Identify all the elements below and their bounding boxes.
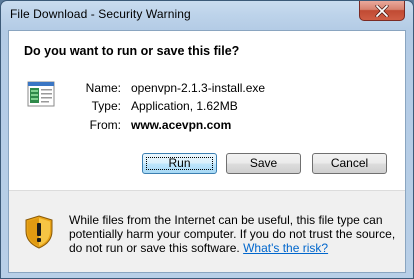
run-button-label: Run (168, 156, 191, 170)
close-button[interactable] (359, 1, 405, 21)
save-button[interactable]: Save (226, 153, 301, 174)
run-button[interactable]: Run (142, 153, 217, 174)
cancel-button[interactable]: Cancel (312, 153, 387, 174)
from-label: From: (89, 118, 121, 132)
warning-message: While files from the Internet can be use… (69, 213, 397, 255)
security-shield-icon (25, 215, 53, 249)
file-name-value: openvpn-2.1.3-install.exe (131, 81, 266, 95)
window-title: File Download - Security Warning (10, 7, 191, 21)
cancel-button-label: Cancel (330, 156, 369, 170)
whats-the-risk-link[interactable]: What's the risk? (243, 241, 328, 255)
name-label: Name: (85, 81, 121, 95)
close-icon (375, 4, 389, 17)
title-bar[interactable]: File Download - Security Warning (1, 1, 413, 31)
file-source-value: www.acevpn.com (131, 118, 232, 132)
dialog-question: Do you want to run or save this file? (24, 44, 240, 58)
dialog-window: File Download - Security Warning Do you … (0, 0, 414, 279)
warning-panel: While files from the Internet can be use… (9, 191, 405, 272)
dialog-content: Do you want to run or save this file? Na… (8, 30, 406, 273)
type-label: Type: (91, 99, 121, 113)
warning-text: While files from the Internet can be use… (69, 213, 396, 255)
save-button-label: Save (249, 156, 278, 170)
file-type-value: Application, 1.62MB (131, 99, 238, 113)
